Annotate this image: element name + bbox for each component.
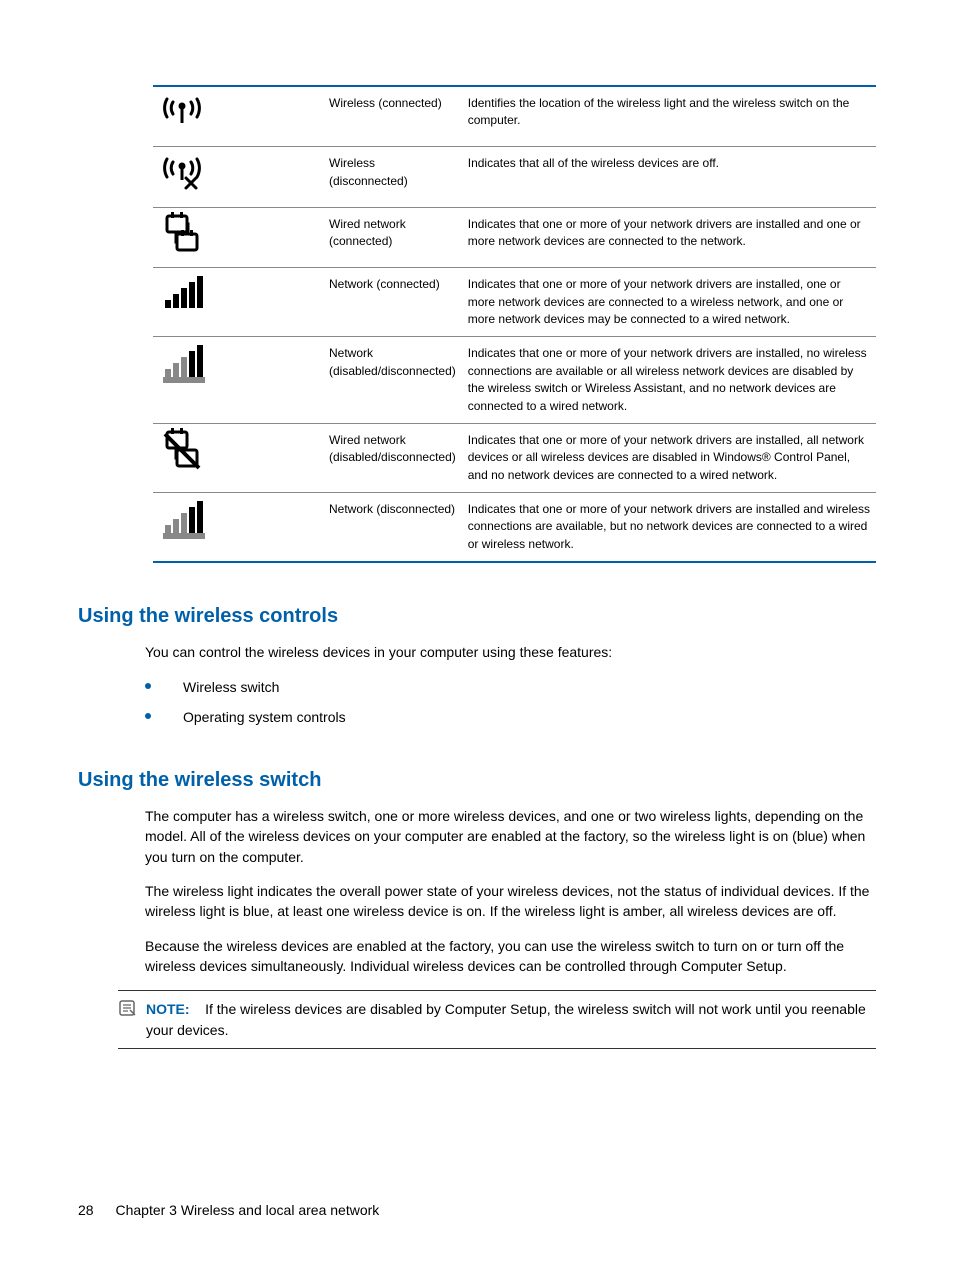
list-item: Operating system controls [145, 707, 876, 727]
row-name: Wireless (disconnected) [323, 147, 462, 207]
heading-wireless-switch: Using the wireless switch [78, 769, 876, 792]
row-name: Network (disconnected) [323, 493, 462, 563]
row-name: Network (connected) [323, 268, 462, 337]
heading-wireless-controls: Using the wireless controls [78, 605, 876, 628]
table-row: Wireless (disconnected) Indicates that a… [153, 147, 876, 207]
row-name: Wireless (connected) [323, 86, 462, 147]
list-item: Wireless switch [145, 677, 876, 697]
note-icon [118, 999, 136, 1017]
row-name: Wired network (disabled/disconnected) [323, 423, 462, 492]
row-desc: Identifies the location of the wireless … [462, 86, 876, 147]
page-footer: 28 Chapter 3 Wireless and local area net… [78, 1202, 379, 1218]
table-row: Network (connected) Indicates that one o… [153, 268, 876, 337]
row-desc: Indicates that all of the wireless devic… [462, 147, 876, 207]
network-disconnected-icon [159, 497, 205, 539]
paragraph: The computer has a wireless switch, one … [145, 806, 876, 867]
row-name: Wired network (connected) [323, 207, 462, 267]
table-row: Network (disconnected) Indicates that on… [153, 493, 876, 563]
feature-list: Wireless switch Operating system control… [145, 677, 876, 728]
page-number: 28 [78, 1202, 94, 1218]
note-block: NOTE: If the wireless devices are disabl… [118, 990, 876, 1049]
intro-text: You can control the wireless devices in … [145, 642, 876, 662]
row-desc: Indicates that one or more of your netwo… [462, 493, 876, 563]
row-name: Network (disabled/disconnected) [323, 337, 462, 424]
table-row: Wired network (connected) Indicates that… [153, 207, 876, 267]
row-desc: Indicates that one or more of your netwo… [462, 268, 876, 337]
network-connected-icon [159, 272, 205, 314]
paragraph: Because the wireless devices are enabled… [145, 936, 876, 977]
table-row: Network (disabled/disconnected) Indicate… [153, 337, 876, 424]
table-row: Wireless (connected) Identifies the loca… [153, 86, 876, 147]
row-desc: Indicates that one or more of your netwo… [462, 423, 876, 492]
chapter-label: Chapter 3 Wireless and local area networ… [115, 1202, 379, 1218]
wireless-connected-icon [159, 91, 205, 133]
note-text: If the wireless devices are disabled by … [146, 1001, 866, 1037]
row-desc: Indicates that one or more of your netwo… [462, 207, 876, 267]
wired-disabled-icon [159, 428, 205, 470]
row-desc: Indicates that one or more of your netwo… [462, 337, 876, 424]
network-disabled-icon [159, 341, 205, 383]
wired-connected-icon [159, 212, 205, 254]
note-label: NOTE: [146, 1001, 190, 1017]
table-row: Wired network (disabled/disconnected) In… [153, 423, 876, 492]
paragraph: The wireless light indicates the overall… [145, 881, 876, 922]
network-icons-table: Wireless (connected) Identifies the loca… [153, 85, 876, 563]
wireless-disconnected-icon [159, 151, 205, 193]
